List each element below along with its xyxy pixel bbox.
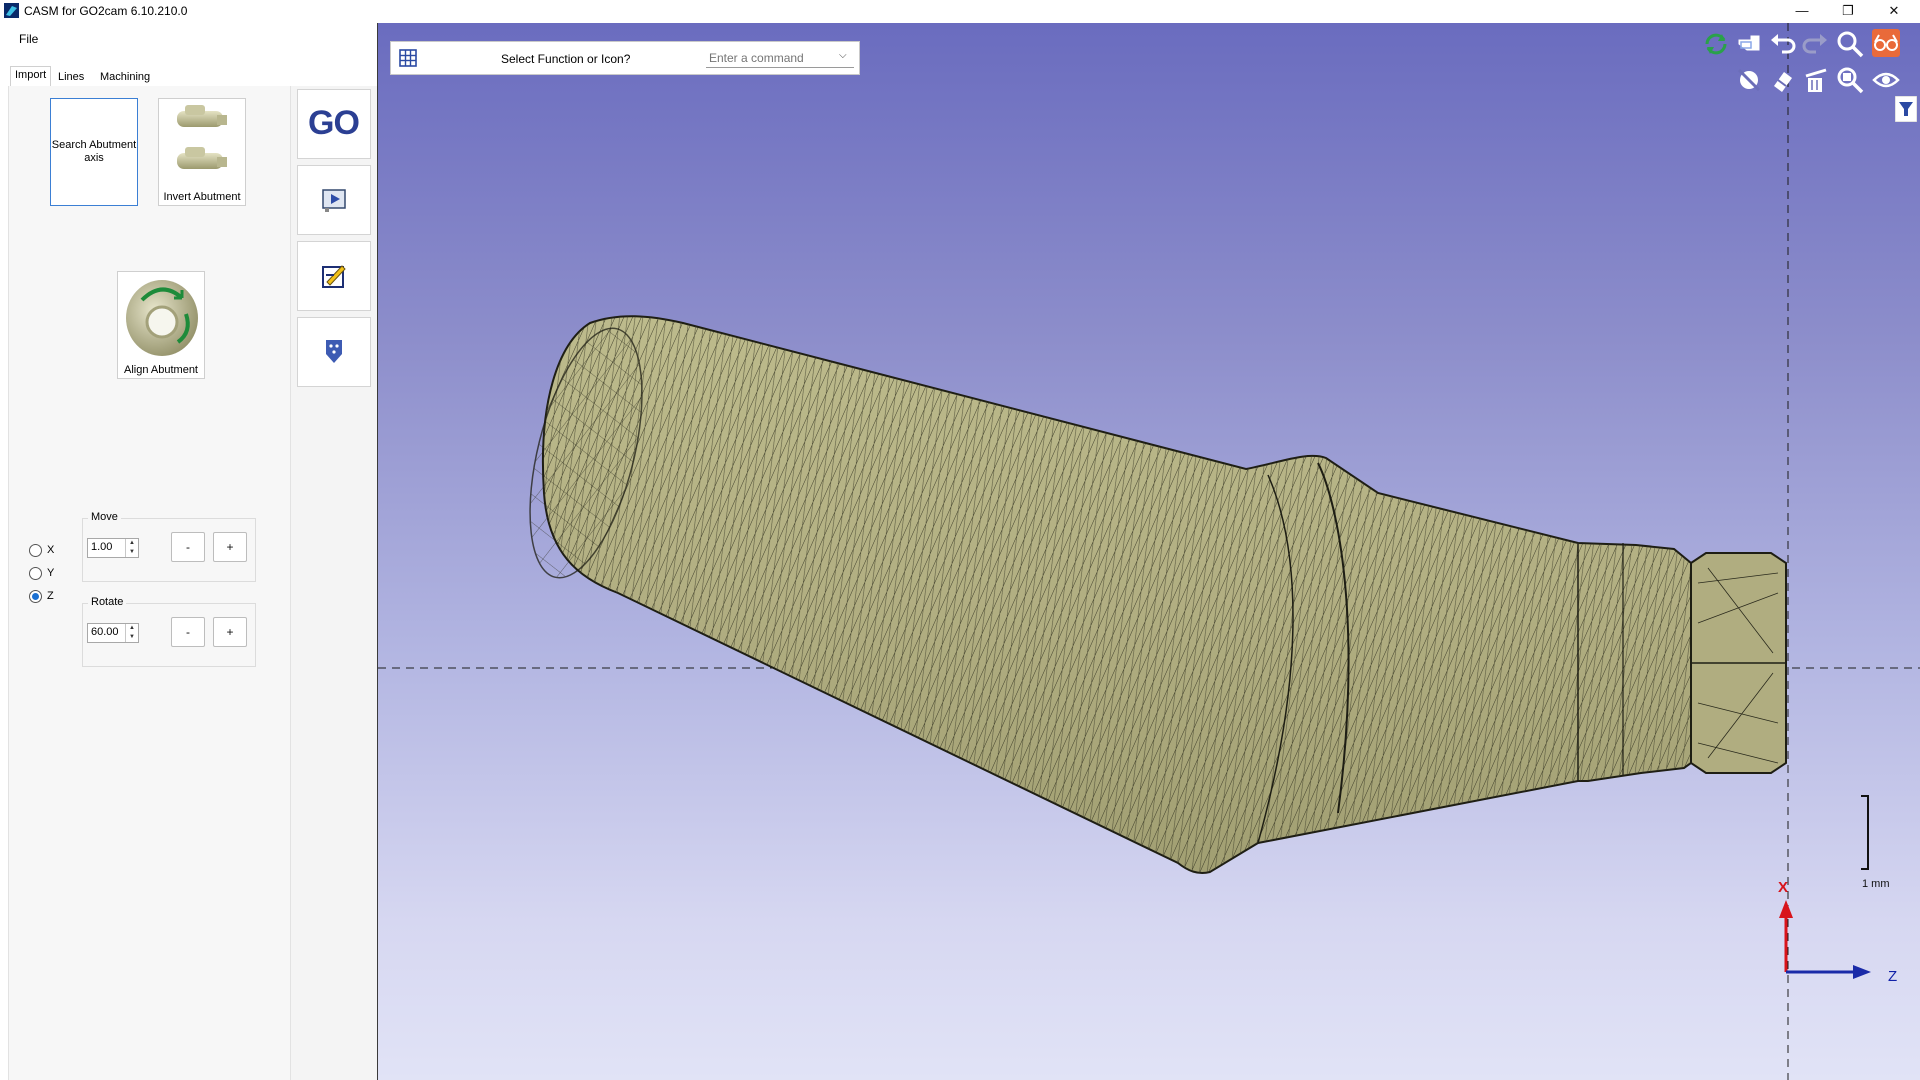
title-bar: CASM for GO2cam 6.10.210.0 — ❐ ✕: [0, 0, 1920, 22]
filter-icon[interactable]: [1895, 96, 1917, 122]
scale-label: 1 mm: [1862, 878, 1890, 890]
minimize-button[interactable]: —: [1779, 0, 1825, 22]
radio-z[interactable]: [29, 590, 42, 603]
clean-icon[interactable]: [1802, 66, 1830, 94]
move-stepper-arrows[interactable]: ▲ ▼: [125, 539, 138, 557]
eye-icon[interactable]: [1872, 66, 1900, 94]
tooth-shield-icon: [326, 340, 342, 363]
axis-x-label: X: [1778, 879, 1789, 896]
hide-icon[interactable]: [1735, 66, 1763, 94]
tab-machining[interactable]: Machining: [96, 69, 154, 85]
edit-parameters-button[interactable]: [297, 241, 371, 311]
move-stepper[interactable]: 1.00 ▲ ▼: [87, 538, 139, 558]
undo-icon[interactable]: [1768, 30, 1796, 58]
eraser-icon[interactable]: [1768, 66, 1796, 94]
search-abutment-axis-label: Search Abutment axis: [51, 139, 137, 164]
move-plus-button[interactable]: +: [213, 532, 247, 562]
move-value: 1.00: [91, 541, 113, 553]
3d-viewport[interactable]: X: [377, 23, 1920, 1080]
redo-icon[interactable]: [1802, 30, 1830, 58]
align-abutment-label: Align Abutment: [124, 364, 198, 376]
window-title: CASM for GO2cam 6.10.210.0: [24, 4, 188, 18]
go-label: GO: [308, 104, 360, 142]
side-button-bar: [290, 86, 378, 1080]
edit-document-icon: [322, 265, 346, 288]
tab-import[interactable]: Import: [10, 66, 52, 87]
command-input[interactable]: [706, 49, 854, 68]
align-abutment-icon: [126, 280, 198, 356]
rotate-plus-button[interactable]: +: [213, 617, 247, 647]
align-abutment-button[interactable]: Align Abutment: [117, 271, 205, 379]
rotate-value: 60.00: [91, 626, 119, 638]
rotate-title: Rotate: [88, 596, 127, 608]
simulation-icon: [322, 189, 346, 212]
rotate-stepper[interactable]: 60.00 ▲ ▼: [87, 623, 139, 643]
zoom-icon[interactable]: [1836, 30, 1864, 58]
chevron-down-icon[interactable]: ⌵: [839, 50, 847, 61]
radio-z-label: Z: [47, 590, 54, 602]
left-panel: [8, 86, 291, 1080]
radio-y-label: Y: [47, 567, 55, 579]
command-bar: Select Function or Icon? ⌵: [390, 41, 860, 75]
glasses-icon[interactable]: [1872, 29, 1900, 57]
invert-abutment-label: Invert Abutment: [163, 191, 241, 203]
zoom-fit-icon[interactable]: [1836, 66, 1864, 94]
invert-abutment-button[interactable]: Invert Abutment: [158, 98, 246, 206]
radio-x-label: X: [47, 544, 55, 556]
command-bar-label: Select Function or Icon?: [501, 52, 631, 66]
pointer-hand-icon[interactable]: [1735, 30, 1763, 58]
menu-file[interactable]: File: [19, 32, 38, 46]
tab-lines[interactable]: Lines: [54, 69, 88, 85]
simulation-button[interactable]: [297, 165, 371, 235]
radio-y[interactable]: [29, 567, 42, 580]
move-minus-button[interactable]: -: [171, 532, 205, 562]
refresh-icon[interactable]: [1702, 30, 1730, 58]
maximize-button[interactable]: ❐: [1825, 0, 1871, 22]
abutment-library-button[interactable]: [297, 317, 371, 387]
rotate-minus-button[interactable]: -: [171, 617, 205, 647]
move-title: Move: [88, 511, 121, 523]
rotate-stepper-arrows[interactable]: ▲ ▼: [125, 624, 138, 642]
radio-x[interactable]: [29, 544, 42, 557]
app-logo-icon: [4, 3, 19, 18]
axis-z-label: Z: [1888, 968, 1898, 985]
close-button[interactable]: ✕: [1871, 0, 1917, 22]
go-button[interactable]: GO: [297, 89, 371, 159]
invert-abutment-icon: [177, 105, 227, 169]
abutment-model[interactable]: [378, 23, 1920, 1080]
search-abutment-axis-button[interactable]: Search Abutment axis: [50, 98, 138, 206]
grid-icon[interactable]: [399, 49, 417, 67]
